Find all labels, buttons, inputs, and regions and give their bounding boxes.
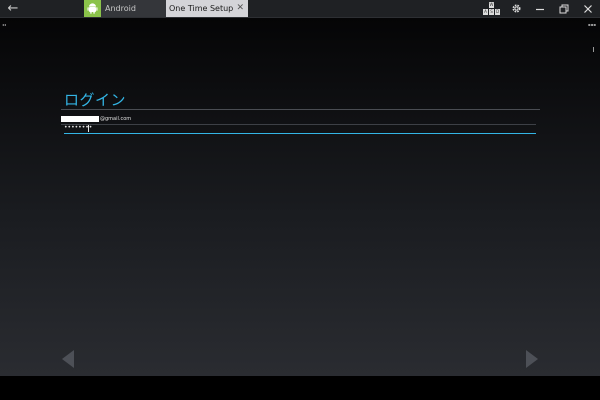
password-field[interactable]: ••••••••	[64, 124, 536, 134]
keyboard-icon[interactable]: W A S D	[480, 0, 504, 17]
keyboard-key-a: A	[483, 9, 488, 15]
status-bar-clock-icon: ▪▪▪	[587, 22, 596, 27]
minimize-icon[interactable]	[528, 0, 552, 17]
overflow-menu-icon[interactable]	[593, 47, 594, 52]
android-icon	[84, 0, 101, 17]
keyboard-key-d: D	[495, 9, 500, 15]
close-icon[interactable]	[576, 0, 600, 17]
gear-icon[interactable]	[504, 0, 528, 17]
email-domain-text: @gmail.com	[100, 116, 132, 122]
back-arrow-icon[interactable]: ←	[0, 0, 26, 17]
title-bar: ← Android One Time Setup ✕ W A S D	[0, 0, 600, 18]
tab-close-icon[interactable]: ✕	[236, 0, 244, 17]
text-caret	[88, 125, 89, 132]
page-title: ログイン	[64, 91, 127, 109]
status-bar-left-icon: ◂◂	[2, 22, 7, 27]
keyboard-key-w: W	[489, 2, 494, 8]
keyboard-key-s: S	[489, 9, 494, 15]
previous-arrow-icon[interactable]	[62, 350, 74, 368]
title-divider	[61, 109, 540, 110]
tab-one-time-setup[interactable]: One Time Setup ✕	[166, 0, 248, 17]
restore-icon[interactable]	[552, 0, 576, 17]
tab-one-time-setup-label: One Time Setup	[169, 4, 234, 13]
tab-android[interactable]: Android	[84, 0, 166, 17]
tab-android-label: Android	[105, 4, 136, 13]
bottom-bar	[0, 376, 600, 400]
android-screen	[0, 18, 600, 376]
email-redaction	[61, 116, 99, 122]
next-arrow-icon[interactable]	[526, 350, 538, 368]
